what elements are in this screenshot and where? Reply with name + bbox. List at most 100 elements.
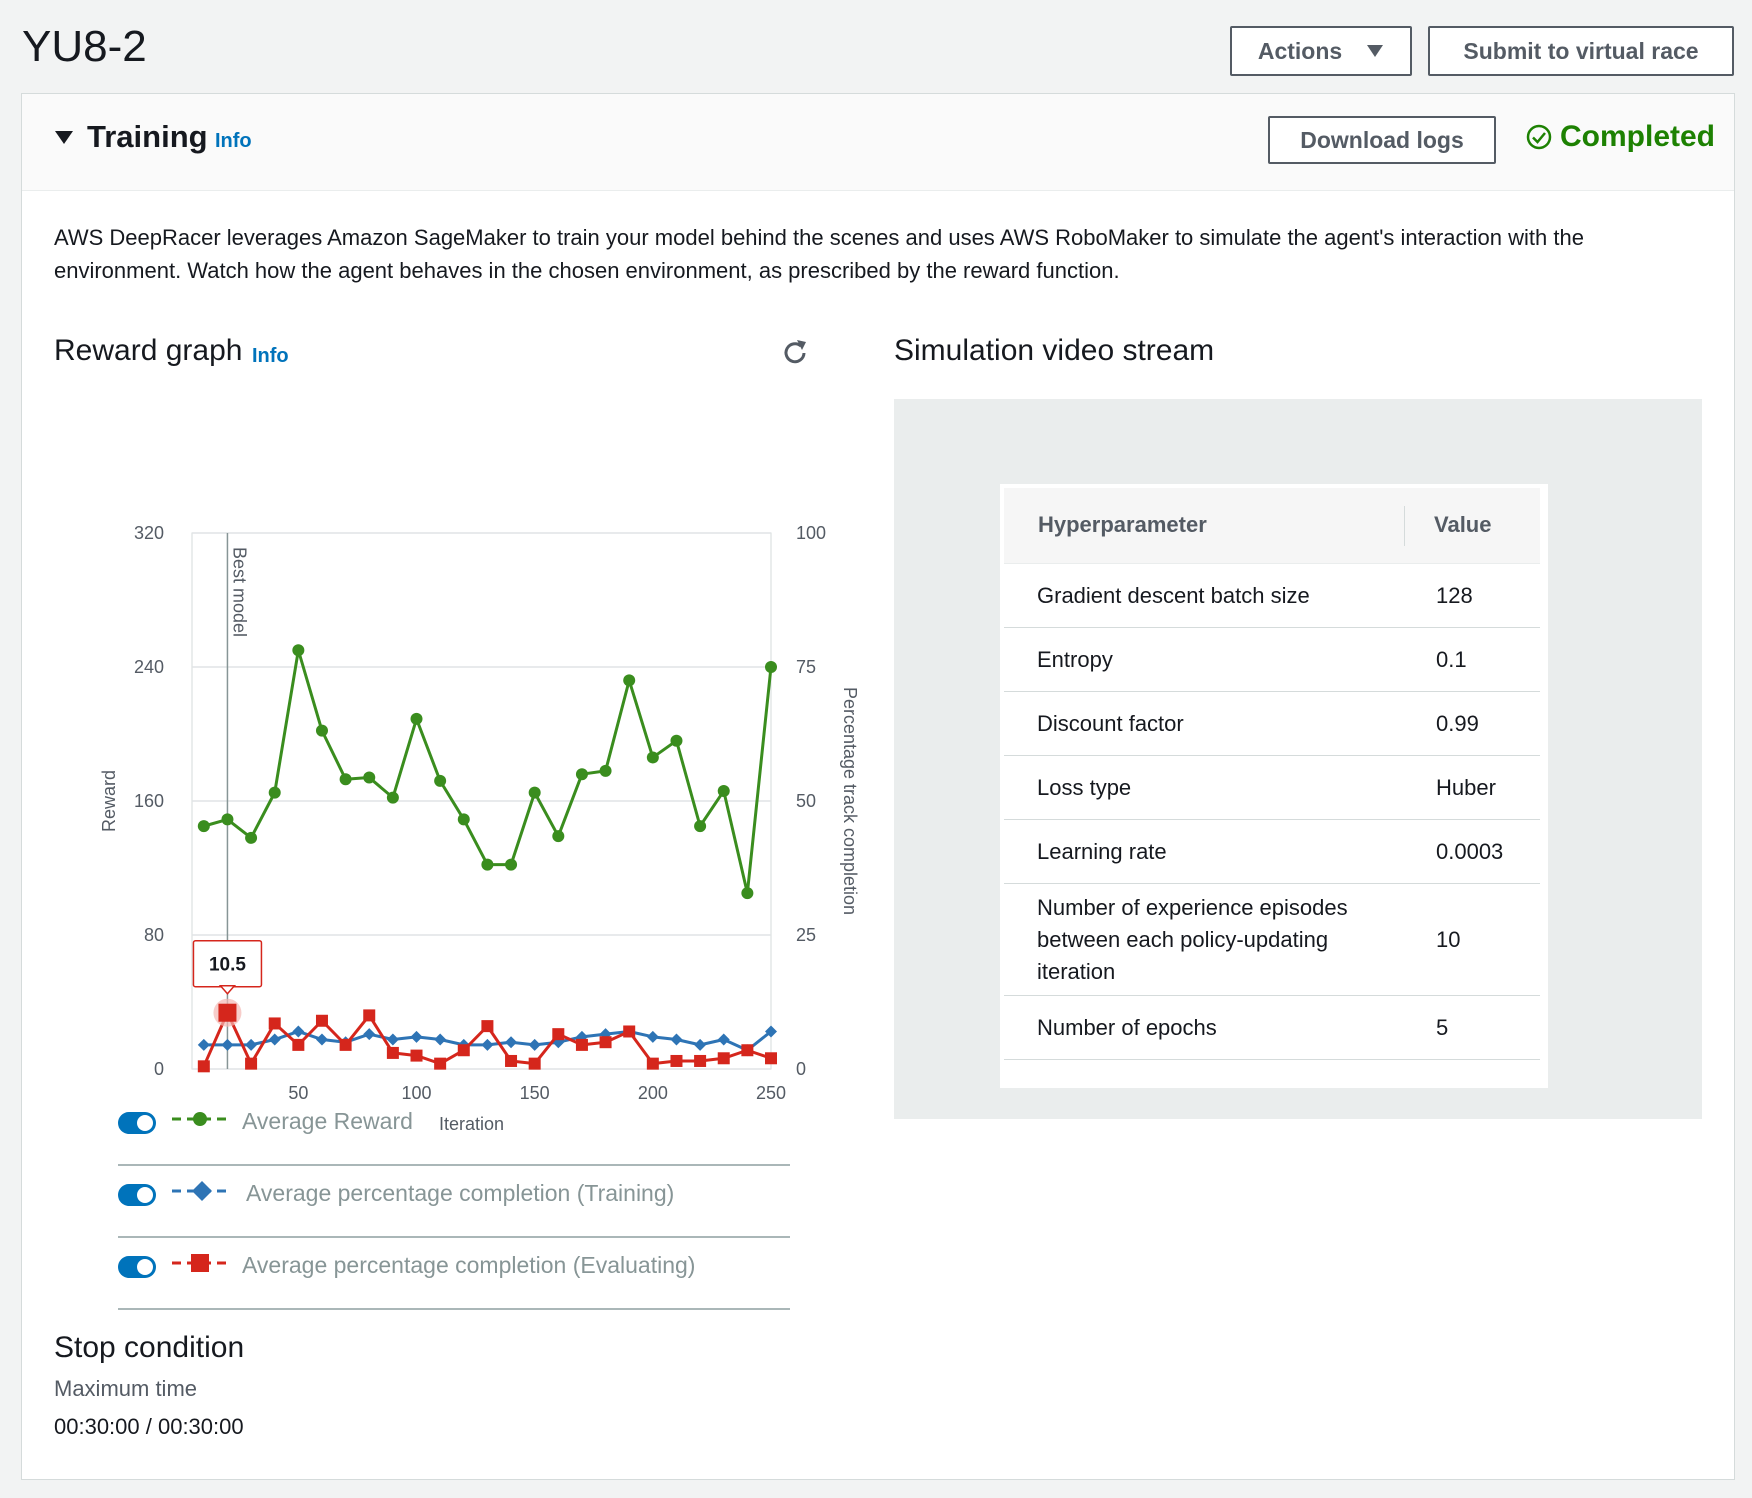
hyperparameter-name: Gradient descent batch size (1037, 583, 1310, 608)
toggle-training-completion[interactable] (118, 1184, 156, 1206)
table-row: Discount factor 0.99 (1004, 692, 1540, 756)
training-title: Training (87, 119, 208, 154)
data-point (363, 1009, 376, 1022)
table-row: Number of epochs 5 (1004, 996, 1540, 1060)
data-point (434, 1033, 447, 1046)
data-point (694, 1038, 707, 1051)
data-point (457, 813, 470, 826)
refresh-icon[interactable] (779, 337, 811, 369)
y-tick-label: 80 (144, 925, 164, 945)
status-badge: Completed (1526, 120, 1715, 154)
stop-condition-value: 00:30:00 / 00:30:00 (54, 1414, 244, 1439)
toggle-evaluating-completion[interactable] (118, 1256, 156, 1278)
hyperparameter-name: Discount factor (1037, 711, 1184, 736)
data-point (765, 1052, 777, 1065)
y2-tick-label: 75 (796, 657, 816, 677)
y-tick-label: 0 (154, 1059, 164, 1079)
training-info-link[interactable]: Info (215, 130, 252, 153)
data-point (717, 1033, 730, 1046)
actions-button[interactable]: Actions (1230, 26, 1412, 76)
data-point (717, 784, 730, 797)
circle-marker-icon (172, 1112, 228, 1126)
data-point (339, 773, 352, 786)
data-point (646, 1030, 659, 1043)
hyperparameter-value: 0.0003 (1436, 839, 1504, 864)
toggle-average-reward[interactable] (118, 1112, 156, 1134)
hyperparameter-table: Hyperparameter Value Gradient descent ba… (1000, 484, 1548, 1088)
data-point (670, 1054, 683, 1067)
data-point (197, 1060, 210, 1073)
legend-row-average-reward: Average Reward (118, 1094, 790, 1166)
table-row: Number of experience episodes between ea… (1004, 884, 1540, 996)
download-logs-button[interactable]: Download logs (1268, 116, 1496, 164)
y-tick-label: 160 (134, 791, 164, 811)
data-point (670, 1033, 683, 1046)
column-divider (1404, 506, 1405, 546)
hyperparameter-value: 0.1 (1436, 647, 1467, 672)
data-point (292, 1025, 305, 1038)
data-point (505, 1036, 518, 1049)
data-point (552, 830, 565, 843)
y2-tick-label: 50 (796, 791, 816, 811)
data-point (505, 858, 518, 871)
data-point (646, 751, 659, 764)
data-point (505, 1054, 518, 1067)
data-point (528, 1057, 541, 1070)
data-point (221, 813, 234, 826)
legend-label: Average percentage completion (Training) (246, 1180, 675, 1206)
tooltip-value: 10.5 (209, 955, 246, 976)
hyperparameter-value: Huber (1436, 775, 1496, 800)
y2-tick-label: 100 (796, 523, 826, 543)
data-point (528, 786, 541, 799)
table-row: Entropy 0.1 (1004, 628, 1540, 692)
collapse-caret-icon[interactable] (55, 131, 73, 144)
data-point (552, 1028, 565, 1041)
reward-chart-svg: 080160240320025507510050 100 150 200 250Iter… (99, 523, 860, 1134)
hyperparameter-name: Learning rate (1037, 839, 1167, 864)
table-row: Gradient descent batch size 128 (1004, 564, 1540, 628)
legend-row-evaluating: Average percentage completion (Evaluatin… (118, 1238, 790, 1310)
column-header-hyperparameter: Hyperparameter (1038, 512, 1207, 537)
hyperparameter-value: 128 (1436, 583, 1473, 608)
data-point (694, 1054, 707, 1067)
stop-condition-label: Maximum time (54, 1376, 198, 1401)
data-point (765, 661, 777, 673)
data-point (292, 1038, 305, 1051)
data-point (575, 768, 588, 781)
data-point (528, 1038, 541, 1051)
data-point (245, 831, 258, 844)
tooltip-pointer (218, 984, 237, 995)
y-axis-title: Reward (99, 770, 119, 832)
data-point (599, 1036, 612, 1049)
data-point (221, 1038, 234, 1051)
data-point (481, 858, 494, 871)
legend-label: Average percentage completion (Evaluatin… (242, 1252, 696, 1278)
data-point (363, 1028, 376, 1041)
data-point (575, 1038, 588, 1051)
highlight-point (218, 1003, 237, 1022)
data-point (623, 674, 636, 687)
legend-label: Average Reward (242, 1108, 413, 1134)
table-row: Loss type Huber (1004, 756, 1540, 820)
data-point (315, 1033, 328, 1046)
data-point (268, 1033, 281, 1046)
y2-axis-title: Percentage track completion (840, 687, 860, 915)
tooltip: 10.5 (192, 939, 263, 995)
best-model-label: Best model (229, 547, 249, 637)
square-marker-icon (172, 1254, 228, 1272)
y-tick-label: 240 (134, 657, 164, 677)
data-point (410, 1030, 423, 1043)
hyperparameter-name: Loss type (1037, 775, 1132, 800)
data-point (410, 712, 423, 725)
reward-graph-info-link[interactable]: Info (252, 345, 289, 368)
legend-row-training: Average percentage completion (Training) (118, 1166, 790, 1238)
status-text: Completed (1560, 120, 1716, 153)
data-point (457, 1044, 470, 1057)
series-line (203, 648, 773, 895)
submit-to-virtual-race-button[interactable]: Submit to virtual race (1428, 26, 1734, 76)
data-point (315, 724, 328, 737)
data-point (386, 791, 399, 804)
training-description: AWS DeepRacer leverages Amazon SageMaker… (54, 225, 1584, 283)
hyperparameter-name: Number of epochs (1037, 1015, 1217, 1040)
reward-chart: 0 80 160 240 320 0 25 50 75 100 50 100 150 200 250 Iter… (72, 412, 872, 1157)
